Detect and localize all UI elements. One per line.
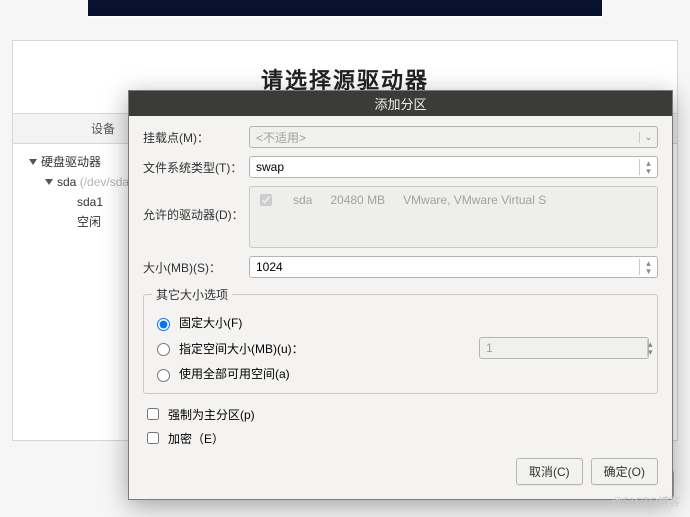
fillto-field: ▴▾ bbox=[479, 337, 649, 359]
mountpoint-row: 挂载点(M)： ⌄ bbox=[143, 126, 658, 148]
radio-fillto[interactable] bbox=[157, 343, 170, 356]
tree-disk-label: sda bbox=[57, 172, 76, 192]
radio-fixed-label: 固定大小(F) bbox=[179, 314, 242, 331]
radio-fillto-label: 指定空间大小(MB)(u)： bbox=[179, 340, 304, 357]
encrypt-checkbox[interactable] bbox=[147, 432, 159, 444]
force-primary-label: 强制为主分区(p) bbox=[168, 406, 255, 423]
size-row: 大小(MB)(S)： ▴▾ bbox=[143, 256, 658, 278]
ok-button[interactable]: 确定(O) bbox=[591, 458, 658, 485]
fillto-input bbox=[480, 341, 647, 355]
chevron-down-icon bbox=[29, 159, 37, 165]
cancel-button[interactable]: 取消(C) bbox=[516, 458, 583, 485]
dialog-title: 添加分区 bbox=[129, 91, 672, 116]
radio-fillto-row[interactable]: 指定空间大小(MB)(u)： ▴▾ bbox=[152, 334, 649, 362]
size-field[interactable]: ▴▾ bbox=[249, 256, 658, 278]
fstype-label: 文件系统类型(T)： bbox=[143, 159, 249, 176]
drive-name: sda bbox=[293, 193, 312, 207]
tree-free-label: 空闲 bbox=[77, 212, 101, 232]
mountpoint-input bbox=[250, 130, 639, 144]
size-label: 大小(MB)(S)： bbox=[143, 259, 249, 276]
tree-root-label: 硬盘驱动器 bbox=[41, 152, 101, 172]
extra-size-fieldset: 其它大小选项 固定大小(F) 指定空间大小(MB)(u)： ▴▾ 使用全部可用空… bbox=[143, 286, 658, 394]
encrypt-row[interactable]: 加密（E） bbox=[143, 426, 658, 450]
add-partition-dialog: 添加分区 挂载点(M)： ⌄ 文件系统类型(T)： ▴▾ 允许的驱动器(D)： … bbox=[128, 90, 673, 500]
top-dark-banner bbox=[88, 0, 602, 18]
dialog-buttons: 取消(C) 确定(O) bbox=[143, 450, 658, 485]
allowed-drives-box[interactable]: sda 20480 MB VMware, VMware Virtual S bbox=[249, 186, 658, 248]
tree-disk-path: (/dev/sda) bbox=[80, 172, 133, 192]
updown-icon: ▴▾ bbox=[639, 259, 657, 275]
extra-size-legend: 其它大小选项 bbox=[152, 286, 232, 303]
drives-row: 允许的驱动器(D)： sda 20480 MB VMware, VMware V… bbox=[143, 186, 658, 248]
force-primary-row[interactable]: 强制为主分区(p) bbox=[143, 402, 658, 426]
drives-label: 允许的驱动器(D)： bbox=[143, 206, 249, 223]
fstype-combo[interactable]: ▴▾ bbox=[249, 156, 658, 178]
mountpoint-label: 挂载点(M)： bbox=[143, 129, 249, 146]
size-input[interactable] bbox=[250, 260, 639, 274]
radio-fillall-row[interactable]: 使用全部可用空间(a) bbox=[152, 362, 649, 385]
fstype-input[interactable] bbox=[250, 160, 639, 174]
drive-model: VMware, VMware Virtual S bbox=[403, 193, 546, 207]
radio-fixed-row[interactable]: 固定大小(F) bbox=[152, 311, 649, 334]
fstype-row: 文件系统类型(T)： ▴▾ bbox=[143, 156, 658, 178]
updown-icon: ▴▾ bbox=[639, 159, 657, 175]
drive-checkbox bbox=[260, 194, 272, 206]
radio-fillall[interactable] bbox=[157, 369, 170, 382]
dialog-body: 挂载点(M)： ⌄ 文件系统类型(T)： ▴▾ 允许的驱动器(D)： sda 2… bbox=[129, 116, 672, 499]
force-primary-checkbox[interactable] bbox=[147, 408, 159, 420]
chevron-down-icon bbox=[45, 179, 53, 185]
mountpoint-combo[interactable]: ⌄ bbox=[249, 126, 658, 148]
drive-size: 20480 MB bbox=[330, 193, 385, 207]
tree-part-label: sda1 bbox=[77, 192, 103, 212]
radio-fillall-label: 使用全部可用空间(a) bbox=[179, 365, 290, 382]
radio-fixed[interactable] bbox=[157, 318, 170, 331]
encrypt-label: 加密（E） bbox=[168, 430, 224, 447]
updown-icon: ▴▾ bbox=[647, 340, 653, 356]
drive-row[interactable]: sda 20480 MB VMware, VMware Virtual S bbox=[256, 191, 651, 209]
chevron-down-icon: ⌄ bbox=[639, 132, 657, 143]
